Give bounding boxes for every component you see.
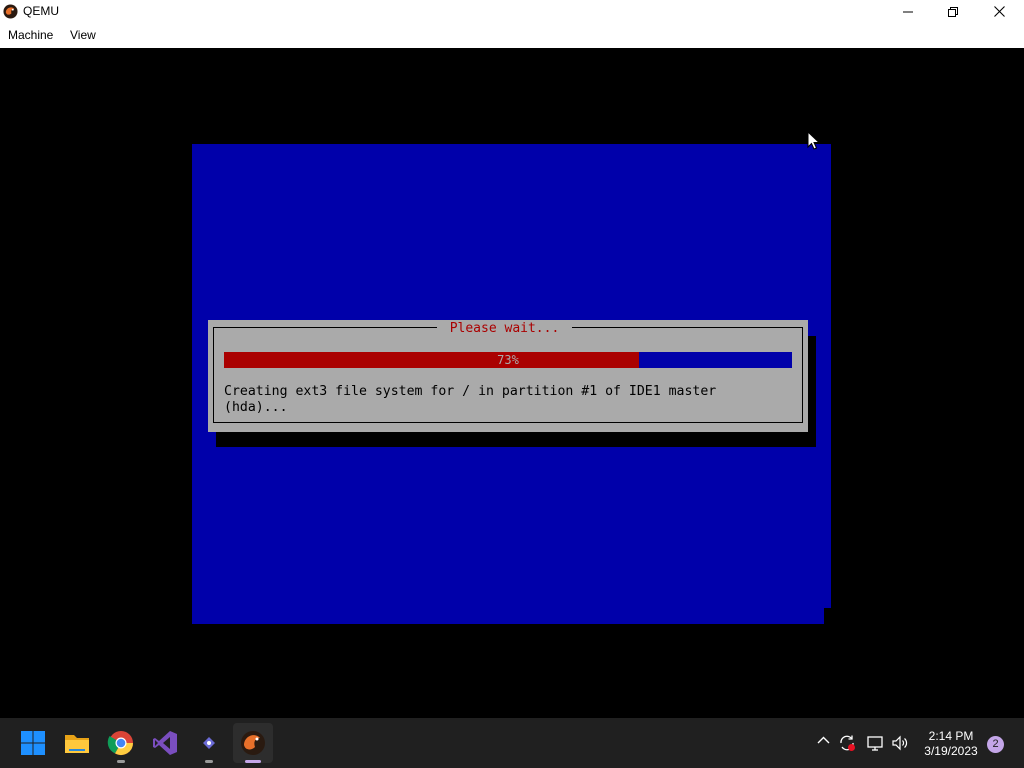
taskbar: 2:14 PM 3/19/2023 2 [0, 718, 1024, 768]
menu-bar: Machine View [0, 23, 1024, 48]
clock-time: 2:14 PM [928, 729, 974, 743]
notification-badge[interactable]: 2 [987, 736, 1004, 753]
close-icon [993, 6, 1005, 17]
menu-machine[interactable]: Machine [8, 28, 53, 42]
volume-icon[interactable] [891, 734, 909, 752]
chevron-up-icon[interactable] [817, 734, 830, 747]
sync-icon[interactable] [838, 734, 856, 752]
chrome-icon[interactable] [107, 729, 135, 757]
qemu-active-indicator [245, 760, 261, 763]
app-running-indicator [205, 760, 213, 763]
progress-bar: 73% [224, 352, 792, 368]
qemu-icon [3, 4, 18, 19]
screen-notch [824, 608, 831, 624]
close-button[interactable] [976, 0, 1022, 23]
mouse-pointer-icon [807, 131, 821, 150]
qemu-icon[interactable] [239, 729, 267, 757]
message-line-2: (hda)... [224, 400, 288, 415]
title-bar: QEMU [0, 0, 1024, 23]
clock-date: 3/19/2023 [924, 744, 978, 758]
menu-view[interactable]: View [70, 28, 96, 42]
window-title: QEMU [23, 4, 59, 18]
restore-button[interactable] [930, 0, 976, 23]
network-icon[interactable] [866, 734, 884, 752]
minimize-icon [903, 11, 913, 12]
chrome-running-indicator [117, 760, 125, 763]
progress-percent: 73% [497, 353, 519, 367]
folder-icon[interactable] [63, 729, 91, 757]
message-line-1: Creating ext3 file system for / in parti… [224, 384, 717, 399]
restore-icon [948, 6, 958, 17]
visual-studio-icon[interactable] [151, 729, 179, 757]
dialog-message: Creating ext3 file system for / in parti… [224, 384, 784, 416]
app-icon[interactable] [195, 729, 223, 757]
dialog-title: Please wait... [437, 320, 572, 336]
minimize-button[interactable] [885, 0, 931, 23]
system-clock[interactable]: 2:14 PM 3/19/2023 [917, 729, 985, 759]
windows-start-icon[interactable] [19, 729, 47, 757]
